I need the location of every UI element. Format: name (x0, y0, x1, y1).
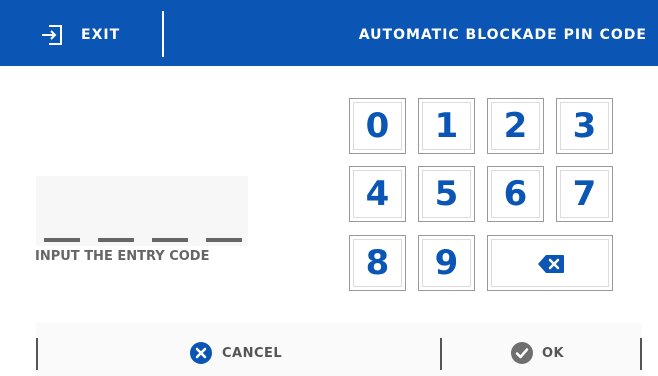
key-3-label: 3 (572, 106, 597, 146)
key-6[interactable]: 6 (487, 166, 544, 222)
code-entry-hint: INPUT THE ENTRY CODE (35, 249, 210, 264)
key-9[interactable]: 9 (418, 235, 475, 291)
footer-divider-right (640, 338, 642, 370)
key-9-label: 9 (434, 243, 459, 283)
header-divider (162, 11, 164, 57)
check-circle-icon (511, 342, 533, 364)
code-slot-2 (98, 238, 134, 242)
key-1-label: 1 (434, 106, 459, 146)
ok-button[interactable]: OK (443, 324, 640, 376)
key-7-label: 7 (572, 174, 597, 214)
code-slot-1 (44, 238, 80, 242)
key-5[interactable]: 5 (418, 166, 475, 222)
key-4[interactable]: 4 (349, 166, 406, 222)
key-0-label: 0 (365, 106, 390, 146)
exit-button[interactable]: EXIT (0, 0, 162, 66)
key-3[interactable]: 3 (556, 98, 613, 154)
header-bar: EXIT AUTOMATIC BLOCKADE PIN CODE (0, 0, 658, 66)
key-8[interactable]: 8 (349, 235, 406, 291)
page-title: AUTOMATIC BLOCKADE PIN CODE (358, 27, 647, 43)
key-2-label: 2 (503, 106, 528, 146)
key-0[interactable]: 0 (349, 98, 406, 154)
cancel-x-circle-icon (190, 342, 212, 364)
backspace-button[interactable] (487, 235, 613, 291)
exit-icon (42, 25, 62, 45)
key-4-label: 4 (365, 174, 390, 214)
key-1[interactable]: 1 (418, 98, 475, 154)
code-slot-4 (206, 238, 242, 242)
key-5-label: 5 (434, 174, 459, 214)
code-slot-3 (152, 238, 188, 242)
key-6-label: 6 (503, 174, 528, 214)
cancel-label: CANCEL (222, 346, 283, 361)
code-display (36, 176, 248, 246)
key-2[interactable]: 2 (487, 98, 544, 154)
exit-label: EXIT (81, 27, 121, 43)
key-7[interactable]: 7 (556, 166, 613, 222)
ok-label: OK (542, 346, 565, 361)
key-8-label: 8 (365, 243, 390, 283)
cancel-button[interactable]: CANCEL (38, 324, 441, 376)
backspace-icon (538, 255, 564, 273)
